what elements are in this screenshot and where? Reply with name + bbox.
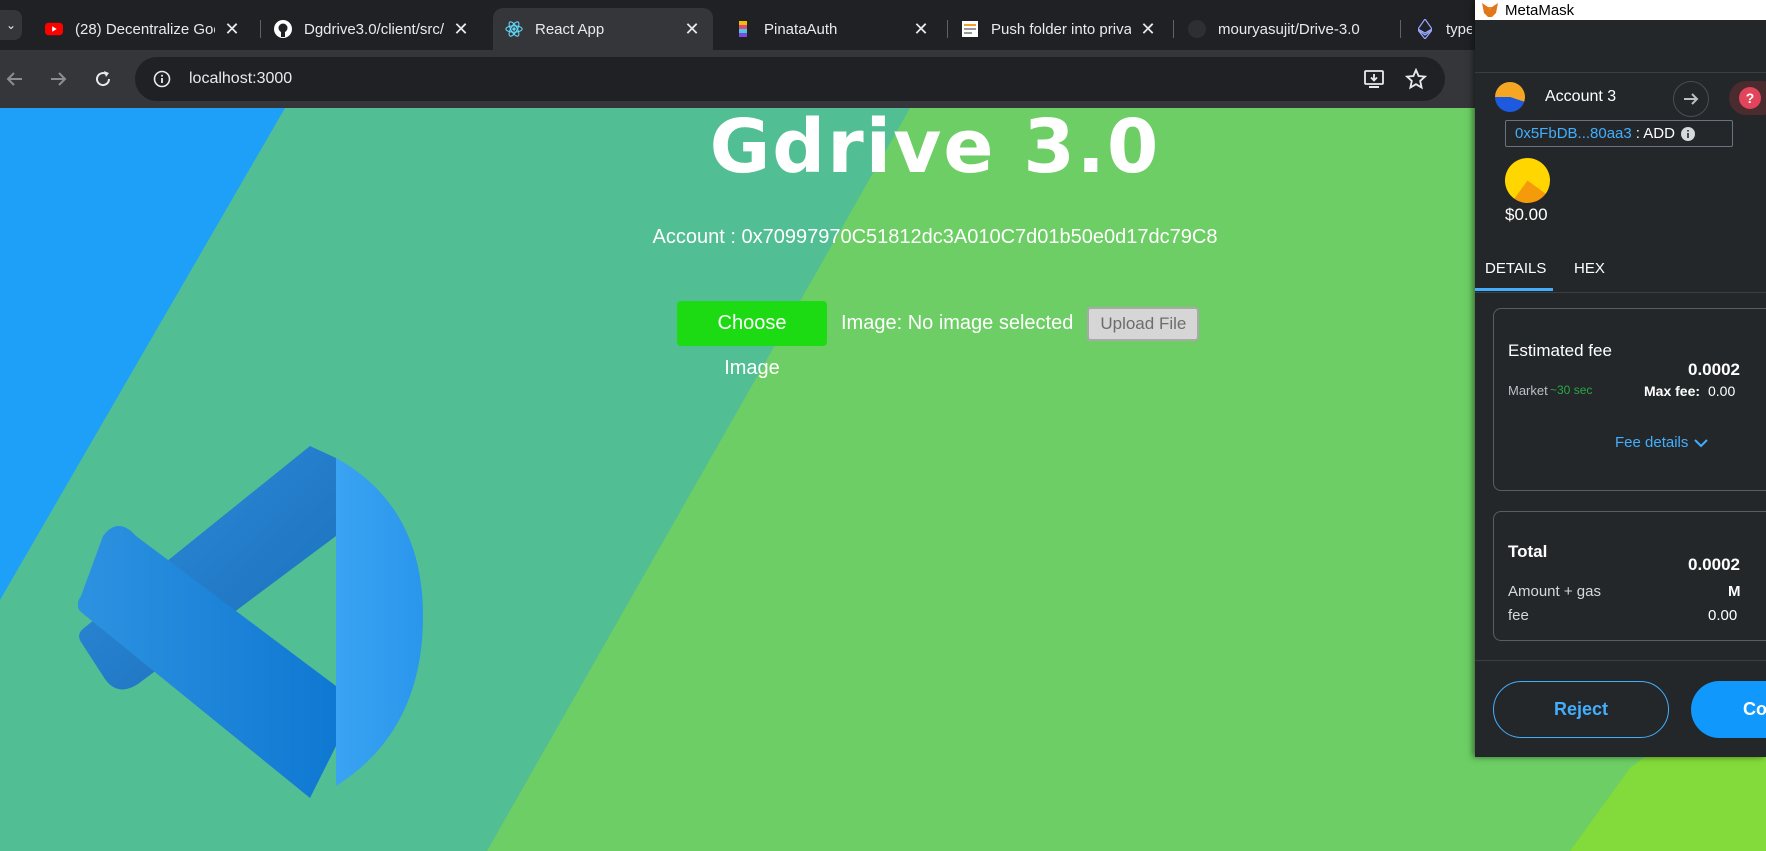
fee-details-link[interactable]: Fee details xyxy=(1615,434,1709,451)
metamask-tabs: DETAILS HEX xyxy=(1475,250,1766,293)
tab-hex[interactable]: HEX xyxy=(1574,260,1605,277)
github-icon xyxy=(1188,20,1206,38)
add-address-label[interactable]: : ADD xyxy=(1636,125,1675,142)
tab-github-drive[interactable]: mouryasujit/Drive-3.0 xyxy=(1176,8,1396,50)
confirm-button[interactable]: Co xyxy=(1691,681,1766,738)
upload-controls: Choose Image Image: No image selected Up… xyxy=(677,301,1200,379)
arrow-right-icon xyxy=(51,72,67,86)
total-label: Total xyxy=(1508,542,1548,561)
close-icon[interactable]: ✕ xyxy=(912,19,930,40)
metamask-titlebar: MetaMask xyxy=(1475,0,1766,20)
tab-title: PinataAuth xyxy=(764,20,838,38)
chevron-down-icon xyxy=(1694,438,1709,447)
reject-button[interactable]: Reject xyxy=(1493,681,1669,738)
reload-icon xyxy=(96,71,111,87)
amount-gas-label: Amount + gas xyxy=(1508,583,1601,600)
back-button[interactable] xyxy=(0,64,30,94)
tab-youtube[interactable]: (28) Decentralize Goo ✕ xyxy=(33,8,253,50)
help-icon[interactable]: ? xyxy=(1729,81,1766,115)
fee-value: 0.00 xyxy=(1708,607,1738,624)
tab-divider xyxy=(1400,20,1401,38)
pinata-icon xyxy=(734,20,752,38)
selected-image-label: Image: No image selected xyxy=(841,312,1074,334)
token-icon xyxy=(1505,158,1550,203)
account-name: Account 3 xyxy=(1545,88,1617,105)
tab-title: React App xyxy=(535,20,605,38)
forward-button[interactable] xyxy=(43,64,73,94)
fee-details-label: Fee details xyxy=(1615,434,1689,451)
tab-push-folder[interactable]: Push folder into priva ✕ xyxy=(949,8,1169,50)
vscode-logo xyxy=(78,446,423,798)
metamask-window-title: MetaMask xyxy=(1505,1,1575,19)
choose-image-button[interactable]: Choose Image xyxy=(677,301,827,379)
tab-divider xyxy=(260,20,261,38)
metamask-account-row: Account 3 ? xyxy=(1475,73,1766,121)
tab-title: type xyxy=(1446,20,1472,38)
tab-pinata[interactable]: PinataAuth ✕ xyxy=(722,8,942,50)
recipient-address-box[interactable]: 0x5FbDB...80aa3 : ADD xyxy=(1505,120,1733,147)
tab-title: mouryasujit/Drive-3.0 xyxy=(1218,20,1360,38)
close-icon[interactable]: ✕ xyxy=(452,19,470,40)
info-icon xyxy=(1680,126,1695,141)
arrow-right-icon xyxy=(1673,81,1709,117)
metamask-network-strip xyxy=(1475,20,1766,73)
metamask-actions: Reject Co xyxy=(1475,660,1766,757)
amount-gas-value: M xyxy=(1728,583,1741,600)
estimated-fee-label: Estimated fee xyxy=(1508,341,1612,360)
close-icon[interactable]: ✕ xyxy=(683,19,701,40)
tab-divider xyxy=(1173,20,1174,38)
github-icon xyxy=(274,20,292,38)
fee-time-estimate: ~30 sec xyxy=(1550,383,1593,397)
transaction-value: $0.00 xyxy=(1505,205,1548,224)
bookmark-star-icon[interactable] xyxy=(1404,67,1428,95)
arrow-left-icon xyxy=(6,72,22,86)
metamask-fox-icon xyxy=(1481,1,1499,19)
tab-github-client[interactable]: Dgdrive3.0/client/src/ ✕ xyxy=(262,8,482,50)
ethereum-icon xyxy=(1416,19,1434,39)
site-info-icon[interactable] xyxy=(151,68,173,90)
tab-title: Push folder into priva xyxy=(991,20,1131,38)
total-card: Total 0.0002 Amount + gas M fee 0.00 xyxy=(1493,511,1766,641)
tab-react-app[interactable]: React App ✕ xyxy=(493,8,713,50)
youtube-icon xyxy=(45,20,63,38)
estimated-fee-card: Estimated fee 0.0002 Market ~30 sec Max … xyxy=(1493,308,1766,491)
close-icon[interactable]: ✕ xyxy=(1139,19,1157,40)
fee-label: fee xyxy=(1508,607,1529,624)
tab-type[interactable]: type xyxy=(1404,8,1484,50)
upload-file-button[interactable]: Upload File xyxy=(1087,306,1200,341)
total-value: 0.0002 xyxy=(1688,555,1740,574)
metamask-popup: MetaMask Account 3 ? 0x5FbDB...80aa3 : A… xyxy=(1475,0,1766,757)
install-app-icon[interactable] xyxy=(1363,68,1385,95)
page-icon xyxy=(961,20,979,38)
active-tab-indicator xyxy=(1475,288,1553,291)
tab-search-button[interactable]: ⌄ xyxy=(0,10,22,40)
tab-details[interactable]: DETAILS xyxy=(1485,260,1546,277)
max-fee-value: 0.00 xyxy=(1708,383,1736,399)
max-fee-label: Max fee: xyxy=(1644,383,1701,399)
tab-title: (28) Decentralize Goo xyxy=(75,20,215,38)
account-avatar xyxy=(1495,82,1525,112)
estimated-fee-value: 0.0002 xyxy=(1688,360,1740,379)
url-text: localhost:3000 xyxy=(189,70,293,87)
reload-button[interactable] xyxy=(88,64,118,94)
market-label: Market xyxy=(1508,383,1548,398)
tab-divider xyxy=(947,20,948,38)
close-icon[interactable]: ✕ xyxy=(223,19,241,40)
address-bar[interactable]: localhost:3000 xyxy=(135,57,1445,101)
recipient-address[interactable]: 0x5FbDB...80aa3 xyxy=(1515,125,1632,142)
tab-title: Dgdrive3.0/client/src/ xyxy=(304,20,444,38)
react-icon xyxy=(505,20,523,38)
